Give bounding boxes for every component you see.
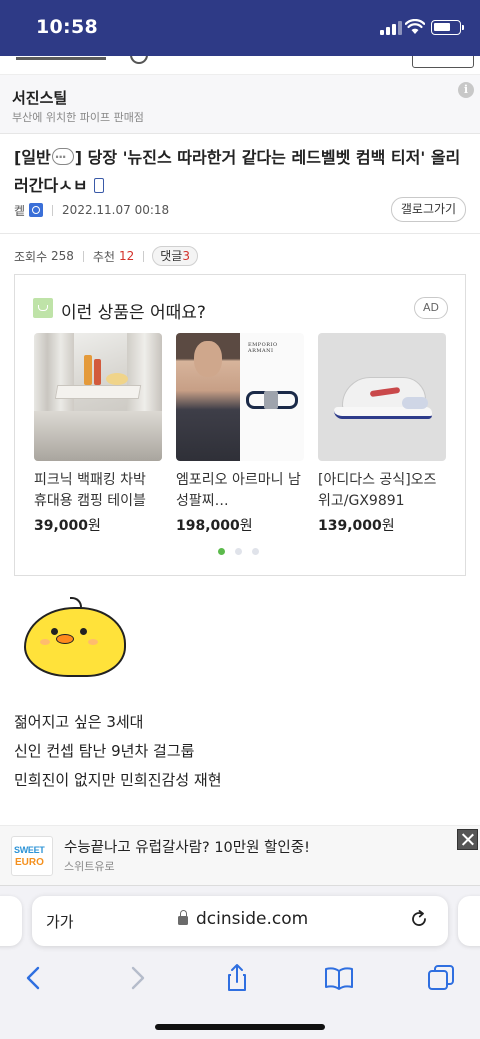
ad-badge[interactable]: AD (414, 297, 448, 319)
carousel-dot[interactable] (218, 548, 225, 555)
post-title: [일반] 당장 '뉴진스 따라한거 같다는 레드벨벳 컴백 티저' 올리러간다ㅅ… (14, 143, 466, 200)
product-price: 139,000원 (318, 515, 446, 535)
author-name[interactable]: 켙 (14, 202, 25, 219)
comments-label: 댓글 (160, 249, 183, 263)
post-stats: 조회수 258 추천 12 댓글3 (14, 246, 198, 266)
bottom-ad-banner[interactable]: SWEET EURO 수능끝나고 유럽갈사람? 10만원 할인중! 스위트유로 (0, 825, 480, 885)
reload-icon[interactable] (410, 910, 428, 928)
close-icon[interactable] (457, 829, 478, 850)
carousel-dot[interactable] (235, 548, 242, 555)
search-icon-partial[interactable] (130, 56, 148, 64)
divider (0, 233, 480, 234)
price-value: 39,000 (34, 518, 89, 534)
previous-tab-preview[interactable] (0, 896, 22, 946)
forward-icon[interactable] (122, 963, 152, 993)
ad-heading: 이런 상품은 어때요? (61, 303, 206, 323)
product-price: 39,000원 (34, 515, 162, 535)
brand-text: EMPORIO ARMANI (248, 342, 278, 354)
post-date: 2022.11.07 00:18 (62, 203, 170, 217)
bookmarks-icon[interactable] (324, 963, 354, 993)
shopping-bag-icon (33, 298, 53, 318)
product-image[interactable] (318, 333, 446, 461)
price-currency: 원 (381, 518, 395, 534)
share-icon[interactable] (222, 963, 252, 993)
browser-toolbar: 가가 dcinside.com (0, 885, 480, 1039)
carousel-dot[interactable] (252, 548, 259, 555)
status-time: 10:58 (36, 16, 98, 38)
site-header-partial (0, 56, 480, 74)
logo-text: SWEET (14, 845, 45, 855)
gallery-log-button[interactable]: 갤로그가기 (391, 197, 466, 222)
menu-button-partial[interactable] (412, 56, 474, 68)
divider (143, 250, 145, 262)
phone-icon (93, 178, 104, 193)
product-card[interactable]: 피크닉 백패킹 차박 휴대용 캠핑 테이블 39,000원 (34, 333, 162, 535)
shop-name: 서진스틸 (12, 89, 68, 107)
price-currency: 원 (239, 518, 253, 534)
recommend-count: 12 (118, 249, 135, 263)
author-row: 켙 2022.11.07 00:18 (14, 201, 169, 219)
post-body-line: 민희진이 없지만 민희진감성 재현 (14, 771, 222, 789)
battery-fill (434, 23, 450, 31)
logo-text: EURO (15, 857, 44, 868)
bottom-ad-title[interactable]: 수능끝나고 유럽갈사람? 10만원 할인중! (64, 836, 310, 857)
info-icon[interactable]: i (458, 82, 474, 98)
site-logo-partial[interactable] (16, 56, 106, 60)
address-bar[interactable]: 가가 dcinside.com (32, 896, 448, 946)
chick-sticker-image (18, 597, 130, 683)
views-label: 조회수 (14, 249, 48, 264)
product-image[interactable] (34, 333, 162, 461)
status-bar: 10:58 (0, 0, 480, 56)
post-title-text: ] 당장 '뉴진스 따라한거 같다는 레드벨벳 컴백 티저' 올리러간다ㅅㅂ (14, 148, 461, 195)
wifi-icon (405, 19, 425, 34)
bottom-ad-subtitle: 스위트유로 (64, 860, 115, 873)
product-card[interactable]: EMPORIO ARMANI 엠포리오 아르마니 남성팔찌… 198,000원 (176, 333, 304, 535)
price-currency: 원 (88, 518, 101, 534)
sweet-euro-logo: SWEET EURO (11, 836, 53, 876)
product-name[interactable]: [아디다스 공식]오즈위고/GX9891 (318, 470, 446, 512)
home-indicator[interactable] (155, 1024, 325, 1030)
divider (82, 250, 84, 262)
url-text[interactable]: dcinside.com (196, 909, 308, 929)
comments-button[interactable]: 댓글3 (152, 246, 198, 266)
divider (52, 204, 54, 216)
product-image[interactable]: EMPORIO ARMANI (176, 333, 304, 461)
recommend-label: 추천 (92, 249, 115, 264)
product-card[interactable]: [아디다스 공식]오즈위고/GX9891 139,000원 (318, 333, 446, 535)
tabs-icon[interactable] (426, 963, 456, 993)
shop-ad-banner[interactable]: 서진스틸 부산에 위치한 파이프 판매점 i (0, 74, 480, 134)
price-value: 139,000 (318, 518, 382, 534)
author-badge-icon (29, 203, 44, 217)
product-ad-box: 이런 상품은 어때요? AD 피크닉 백패킹 차박 휴대용 캠핑 테이블 39,… (14, 274, 466, 576)
views-count: 258 (50, 249, 74, 263)
speech-bubble-icon (51, 143, 74, 171)
lock-icon (178, 910, 188, 925)
price-value: 198,000 (176, 518, 240, 534)
battery-icon (431, 20, 464, 35)
post-body-line: 젊어지고 싶은 3세대 (14, 713, 144, 731)
comments-count: 3 (182, 249, 190, 263)
next-tab-preview[interactable] (458, 896, 480, 946)
post-title-prefix: [일반 (14, 148, 51, 167)
carousel-dots (218, 548, 269, 555)
product-price: 198,000원 (176, 515, 304, 535)
product-name[interactable]: 피크닉 백패킹 차박 휴대용 캠핑 테이블 (34, 470, 162, 512)
shop-description: 부산에 위치한 파이프 판매점 (12, 111, 144, 124)
page-settings-button[interactable]: 가가 (46, 911, 74, 932)
product-name[interactable]: 엠포리오 아르마니 남성팔찌… (176, 470, 304, 512)
post-body-line: 신인 컨셉 탐난 9년차 걸그룹 (14, 742, 195, 760)
back-icon[interactable] (20, 963, 50, 993)
signal-icon (380, 21, 402, 35)
